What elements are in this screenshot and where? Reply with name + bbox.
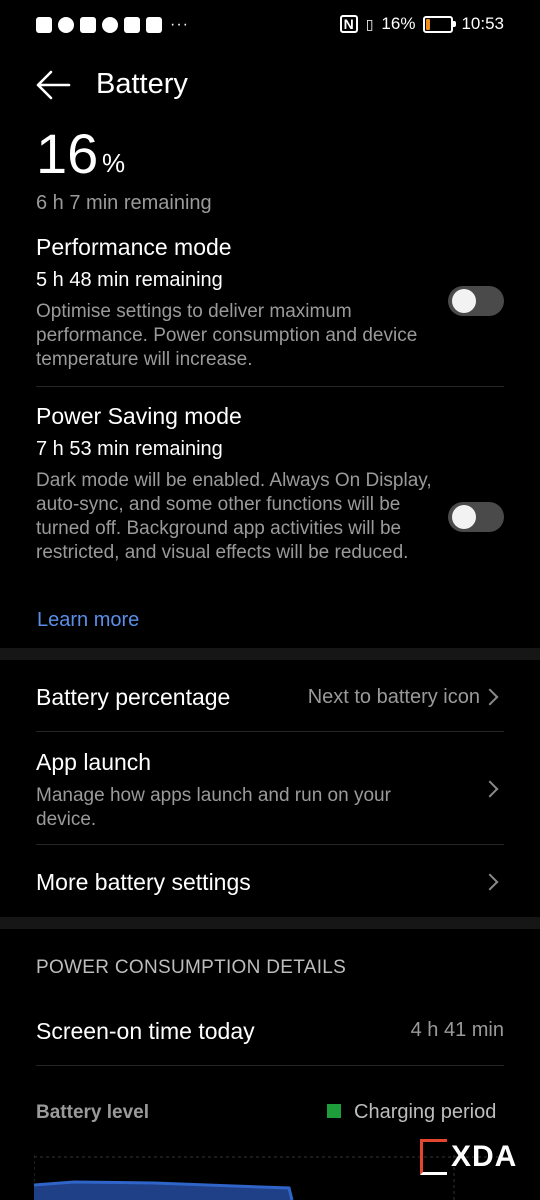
battery-icon (423, 15, 457, 33)
whatsapp-icon (58, 17, 74, 33)
battery-percentage-title: Battery percentage (36, 684, 231, 710)
news-icon (80, 17, 96, 33)
battery-fill (426, 18, 431, 30)
screen-on-time-value: 4 h 41 min (410, 1019, 504, 1041)
messenger-icon (102, 17, 118, 33)
notification-icon (36, 17, 52, 33)
screen-on-time-title: Screen-on time today (36, 1018, 255, 1044)
youtube-icon (146, 17, 162, 33)
status-battery-percent: 16% (381, 14, 416, 33)
divider (36, 1065, 504, 1066)
notification-icons: ··· (36, 16, 189, 34)
app-launch-title: App launch (36, 749, 152, 775)
battery-percent-value: 16 (36, 122, 99, 185)
toggle-knob (452, 505, 476, 529)
vibrate-icon: ▯ (365, 15, 374, 32)
chevron-right-icon (481, 780, 499, 798)
chevron-right-icon (481, 873, 499, 891)
page-title: Battery (96, 68, 188, 100)
section-separator (0, 648, 540, 660)
chevron-right-icon (481, 688, 499, 706)
battery-level-label: Battery level (36, 1102, 150, 1123)
more-notifications-icon: ··· (170, 16, 189, 33)
xda-watermark: XDA (420, 1139, 518, 1175)
performance-mode-remaining: 5 h 48 min remaining (36, 269, 223, 291)
section-separator (0, 917, 540, 929)
more-battery-settings-title: More battery settings (36, 869, 251, 895)
battery-percent-unit: % (102, 148, 126, 178)
nfc-icon: N (339, 15, 358, 33)
performance-mode-description: Optimise settings to deliver maximum per… (36, 301, 418, 370)
section-header: POWER CONSUMPTION DETAILS (36, 957, 347, 978)
charging-period-legend-swatch (327, 1104, 341, 1118)
power-saving-mode-title: Power Saving mode (36, 403, 242, 429)
learn-more-link[interactable]: Learn more (37, 609, 139, 632)
battery-remaining: 6 h 7 min remaining (36, 192, 212, 214)
toggle-knob (452, 289, 476, 313)
power-saving-mode-remaining: 7 h 53 min remaining (36, 438, 223, 460)
alert-icon (124, 17, 140, 33)
charging-period-legend-label: Charging period (354, 1101, 497, 1123)
status-bar: ··· N ▯ 16% 10:53 (0, 0, 540, 52)
system-icons: N ▯ 16% 10:53 (339, 14, 504, 34)
power-saving-mode-description: Dark mode will be enabled. Always On Dis… (36, 470, 432, 563)
arrow-left-icon (36, 70, 71, 100)
power-saving-mode-toggle[interactable] (448, 502, 504, 532)
performance-mode-toggle[interactable] (448, 286, 504, 316)
divider (36, 844, 504, 845)
battery-percentage-value: Next to battery icon (307, 686, 480, 708)
xda-logo-icon (420, 1139, 447, 1175)
app-header: Battery (0, 60, 540, 112)
app-launch-description: Manage how apps launch and run on your d… (36, 785, 391, 830)
performance-mode-title: Performance mode (36, 234, 232, 260)
status-time: 10:53 (461, 14, 504, 33)
divider (36, 731, 504, 732)
divider (36, 386, 504, 387)
watermark-text: XDA (451, 1140, 518, 1173)
back-button[interactable] (36, 70, 72, 100)
